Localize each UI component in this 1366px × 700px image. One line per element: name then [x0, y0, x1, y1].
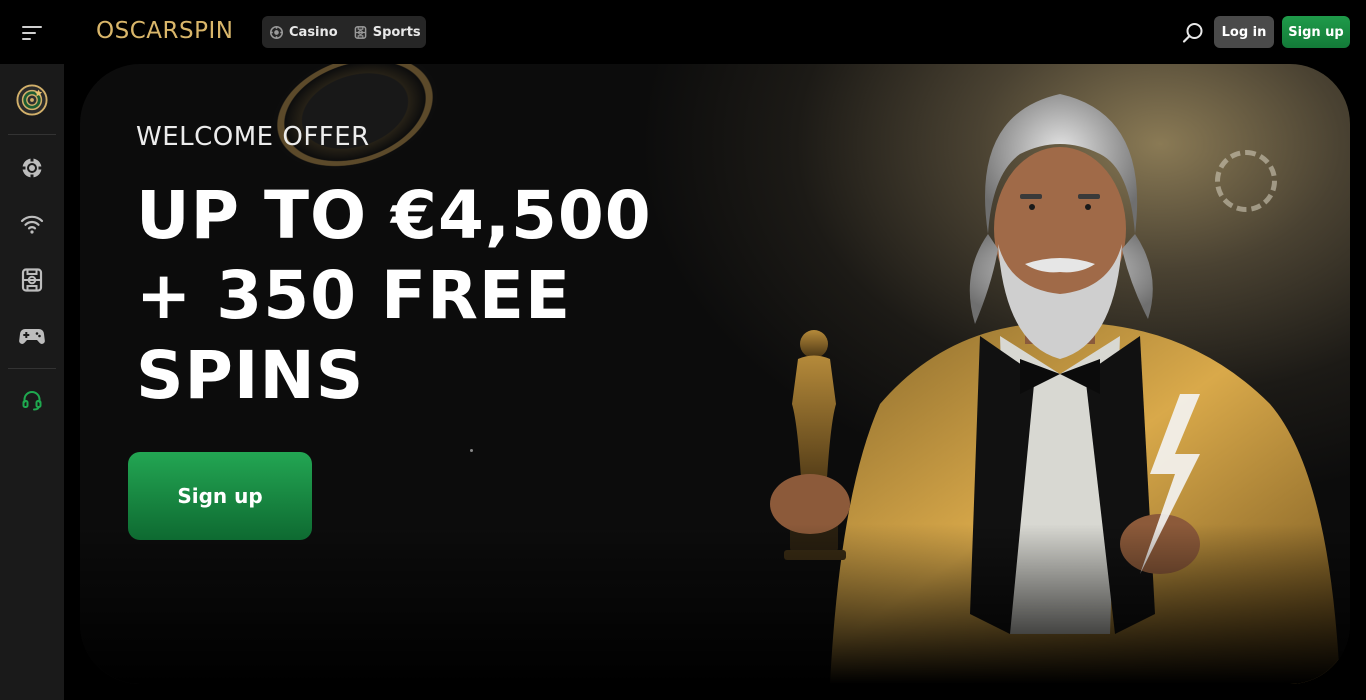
sidebar-item-live[interactable] [16, 208, 48, 240]
sidebar-item-support[interactable] [16, 384, 48, 416]
headline-line: UP TO €4,500 [136, 177, 652, 254]
casino-chip-icon [22, 158, 42, 178]
search-icon[interactable] [1180, 20, 1206, 46]
sidebar [0, 64, 64, 700]
casino-chip-icon [270, 25, 283, 39]
sidebar-divider [8, 134, 56, 135]
statuette [784, 330, 846, 560]
sidebar-divider [8, 368, 56, 369]
sidebar-item-bonus[interactable] [16, 84, 48, 116]
gamepad-icon [19, 329, 45, 344]
logo[interactable]: OSCARSPIN [96, 14, 233, 48]
welcome-offer-label: WELCOME OFFER [136, 122, 370, 152]
menu-icon[interactable] [20, 22, 44, 42]
hero-banner[interactable]: WELCOME OFFER UP TO €4,500 + 350 FREE SP… [80, 64, 1350, 684]
sidebar-item-sports[interactable] [16, 264, 48, 296]
hero-illustration [770, 94, 1340, 684]
nav-sports-label: Sports [372, 24, 421, 40]
signup-button[interactable]: Sign up [1282, 16, 1350, 48]
top-bar: OSCARSPIN Casino Sports Log in Sign up [0, 0, 1366, 64]
wifi-icon [20, 215, 44, 234]
logo-text: OSCARSPIN [96, 18, 234, 44]
hero-signup-button[interactable]: Sign up [128, 452, 312, 540]
sidebar-item-casino[interactable] [16, 152, 48, 184]
nav-sports[interactable]: Sports [354, 25, 421, 40]
sports-icon [354, 25, 367, 39]
offer-headline: UP TO €4,500 + 350 FREE SPINS [136, 176, 756, 416]
login-button[interactable]: Log in [1214, 16, 1274, 48]
nav-casino[interactable]: Casino [270, 25, 338, 40]
main-nav: Casino Sports [262, 16, 426, 48]
headset-icon [22, 391, 42, 411]
sports-icon [21, 268, 43, 292]
sidebar-item-games[interactable] [16, 320, 48, 352]
sparkle-decoration [470, 449, 473, 452]
headline-line: SPINS [136, 337, 365, 414]
nav-casino-label: Casino [289, 24, 338, 40]
target-badge-icon [16, 84, 48, 116]
headline-line: + 350 FREE [136, 257, 572, 334]
